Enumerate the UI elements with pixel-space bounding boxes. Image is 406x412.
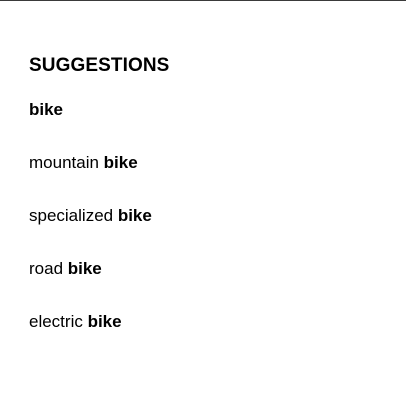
suggestion-item-mountain-bike[interactable]: mountain bike	[29, 153, 152, 206]
suggestion-prefix: electric	[29, 312, 88, 331]
suggestion-prefix: road	[29, 259, 68, 278]
suggestion-item-specialized-bike[interactable]: specialized bike	[29, 206, 152, 259]
suggestions-panel: SUGGESTIONS bike mountain bike specializ…	[0, 1, 406, 412]
suggestion-match: bike	[103, 153, 138, 172]
suggestion-prefix: mountain	[29, 153, 104, 172]
suggestion-item-electric-bike[interactable]: electric bike	[29, 312, 152, 365]
suggestion-list: bike mountain bike specialized bike road…	[29, 100, 152, 365]
suggestion-item-bike[interactable]: bike	[29, 100, 152, 153]
suggestion-prefix: specialized	[29, 206, 118, 225]
suggestion-match: bike	[87, 312, 122, 331]
suggestions-heading: SUGGESTIONS	[29, 55, 170, 76]
suggestion-match: bike	[117, 206, 152, 225]
suggestion-item-road-bike[interactable]: road bike	[29, 259, 152, 312]
suggestion-match: bike	[29, 100, 64, 119]
suggestion-match: bike	[67, 259, 102, 278]
